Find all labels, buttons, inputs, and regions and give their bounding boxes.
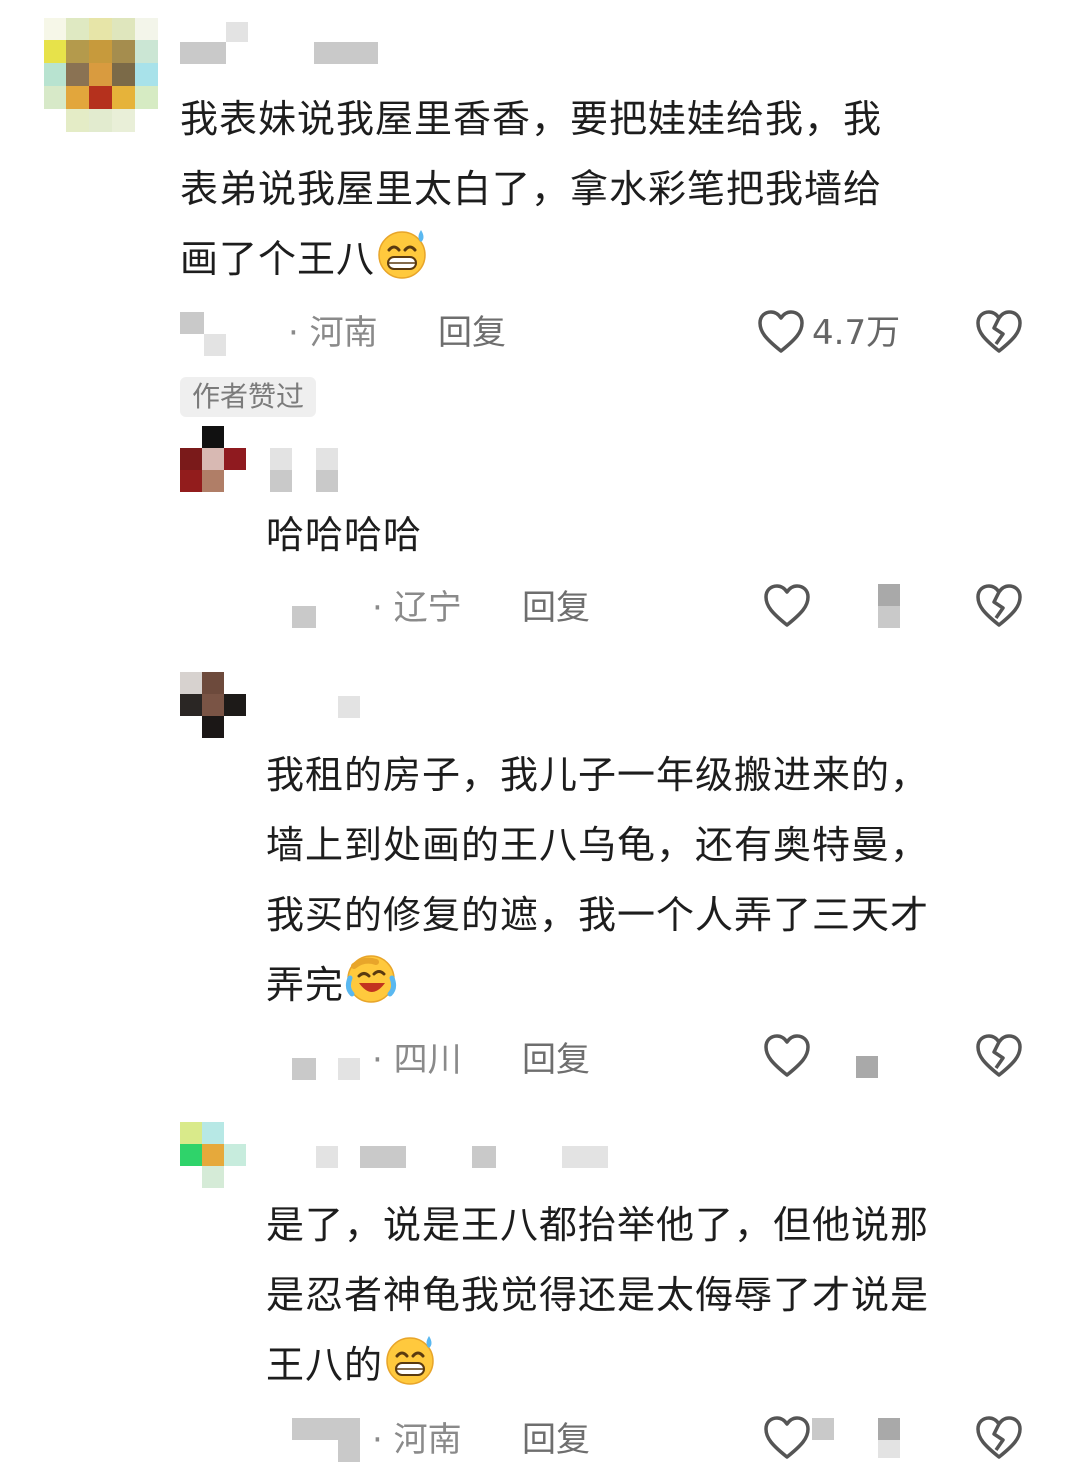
username[interactable] xyxy=(316,1146,616,1168)
avatar[interactable] xyxy=(180,426,246,492)
comment-text: 是了，说是王八都抬举他了，但他说那 是忍者神龟我觉得还是太侮辱了才说是 王八的 xyxy=(266,1203,930,1387)
crying-laughing-emoji xyxy=(345,955,397,1003)
broken-heart-icon[interactable] xyxy=(974,1414,1024,1462)
comment-text: 哈哈哈哈 xyxy=(266,513,423,557)
reply-button[interactable]: 回复 xyxy=(522,586,590,630)
avatar[interactable] xyxy=(44,18,158,132)
user-level xyxy=(292,1418,362,1462)
heart-outline-icon[interactable] xyxy=(756,308,806,356)
reply-button[interactable]: 回复 xyxy=(522,1038,590,1082)
username[interactable] xyxy=(180,22,380,64)
broken-heart-icon[interactable] xyxy=(974,308,1024,356)
user-level xyxy=(292,1058,362,1080)
like-count: 4.7万 xyxy=(812,313,901,353)
comment-text: 我表妹说我屋里香香，要把娃娃给我，我 表弟说我屋里太白了，拿水彩笔把我墙给 画了… xyxy=(180,97,883,281)
grinning-sweat-emoji xyxy=(378,230,426,279)
user-level xyxy=(180,312,226,358)
broken-heart-icon[interactable] xyxy=(974,582,1024,630)
comment-text: 我租的房子，我儿子一年级搬进来的， 墙上到处画的王八乌龟，还有奥特曼， 我买的修… xyxy=(266,753,930,1007)
like-count xyxy=(856,1056,880,1078)
like-count xyxy=(812,1418,902,1458)
heart-outline-icon[interactable] xyxy=(762,582,812,630)
location: · 河南 xyxy=(288,313,378,353)
reply-button[interactable]: 回复 xyxy=(438,311,506,355)
author-liked-badge: 作者赞过 xyxy=(180,377,317,417)
reply-button[interactable]: 回复 xyxy=(522,1418,590,1462)
username[interactable] xyxy=(270,448,350,492)
like-count xyxy=(878,584,902,628)
avatar[interactable] xyxy=(180,1122,246,1188)
avatar[interactable] xyxy=(180,672,246,738)
user-level xyxy=(292,606,316,628)
heart-outline-icon[interactable] xyxy=(762,1032,812,1080)
location: · 河南 xyxy=(372,1420,462,1460)
location: · 辽宁 xyxy=(372,588,462,628)
grinning-sweat-emoji xyxy=(386,1336,434,1385)
username[interactable] xyxy=(338,696,360,718)
broken-heart-icon[interactable] xyxy=(974,1032,1024,1080)
location: · 四川 xyxy=(372,1040,462,1080)
heart-outline-icon[interactable] xyxy=(762,1414,812,1462)
